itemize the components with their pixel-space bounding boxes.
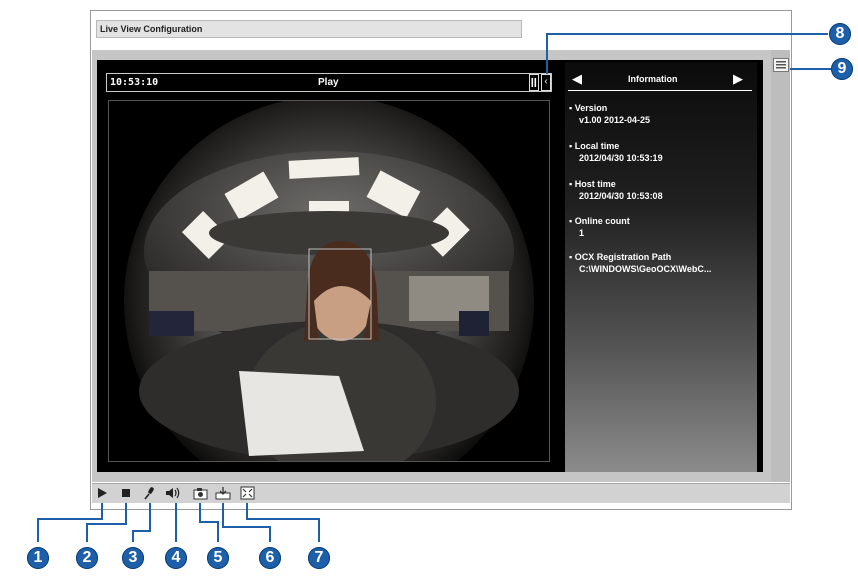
info-item: ▪ Version v1.00 2012-04-25 bbox=[569, 103, 651, 125]
info-value: 1 bbox=[579, 228, 585, 238]
pause-button[interactable] bbox=[529, 74, 539, 91]
fisheye-video-frame bbox=[109, 101, 549, 461]
callout-7: 7 bbox=[308, 547, 330, 569]
page-title: Live View Configuration bbox=[96, 20, 522, 38]
panel-toggle-button[interactable]: ‹ bbox=[541, 74, 551, 91]
callout-6: 6 bbox=[259, 547, 281, 569]
callout-9: 9 bbox=[831, 58, 853, 80]
info-item: ▪ Host time 2012/04/30 10:53:08 bbox=[569, 179, 663, 201]
info-label: Host time bbox=[574, 179, 616, 189]
fullscreen-icon bbox=[240, 486, 254, 500]
stop-icon bbox=[122, 489, 130, 497]
list-icon bbox=[776, 61, 786, 69]
info-label: Version bbox=[574, 103, 608, 113]
speaker-icon bbox=[166, 487, 180, 499]
callout-5: 5 bbox=[207, 547, 229, 569]
callout-8: 8 bbox=[829, 23, 851, 45]
camera-video[interactable] bbox=[108, 100, 550, 462]
info-label: Online count bbox=[574, 216, 630, 226]
info-item: ▪ Online count 1 bbox=[569, 216, 630, 238]
callout-4: 4 bbox=[165, 547, 187, 569]
triangle-right-icon: ▶ bbox=[733, 71, 743, 86]
record-icon bbox=[215, 487, 231, 500]
time-display: 10:53:10 bbox=[110, 77, 159, 88]
info-prev-button[interactable]: ◀ bbox=[572, 71, 582, 87]
callout-1: 1 bbox=[27, 547, 49, 569]
record-button[interactable] bbox=[214, 484, 232, 502]
fullscreen-button[interactable] bbox=[238, 484, 256, 502]
callout-2: 2 bbox=[76, 547, 98, 569]
chevron-left-icon: ‹ bbox=[544, 76, 548, 87]
info-next-button[interactable]: ▶ bbox=[733, 71, 743, 87]
info-label: Local time bbox=[574, 141, 620, 151]
callout-3: 3 bbox=[122, 547, 144, 569]
triangle-left-icon: ◀ bbox=[572, 71, 582, 86]
menu-button[interactable] bbox=[773, 58, 789, 72]
stop-button[interactable] bbox=[117, 484, 135, 502]
microphone-icon bbox=[144, 487, 154, 500]
info-value: 2012/04/30 10:53:08 bbox=[579, 191, 663, 201]
speaker-button[interactable] bbox=[164, 484, 182, 502]
snapshot-button[interactable] bbox=[191, 484, 209, 502]
info-value: v1.00 2012-04-25 bbox=[579, 115, 651, 125]
info-value: 2012/04/30 10:53:19 bbox=[579, 153, 663, 163]
side-strip bbox=[771, 50, 790, 482]
info-value: C:\WINDOWS\GeoOCX\WebC... bbox=[579, 264, 712, 274]
info-item: ▪ Local time 2012/04/30 10:53:19 bbox=[569, 141, 663, 163]
play-button[interactable] bbox=[93, 484, 111, 502]
microphone-button[interactable] bbox=[141, 484, 159, 502]
play-icon bbox=[98, 488, 107, 498]
info-label: OCX Registration Path bbox=[574, 252, 672, 262]
info-panel-title: Information bbox=[628, 74, 678, 84]
pause-icon bbox=[531, 78, 537, 87]
info-item: ▪ OCX Registration Path C:\WINDOWS\GeoOC… bbox=[569, 252, 712, 274]
play-status: Play bbox=[318, 77, 339, 88]
snapshot-icon bbox=[193, 487, 207, 499]
